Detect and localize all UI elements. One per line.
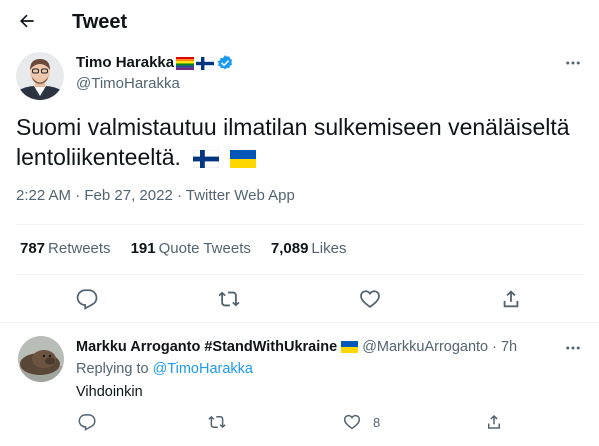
- replying-to-line: Replying to @TimoHarakka: [76, 360, 253, 378]
- reply-icon: [78, 414, 96, 431]
- reply-author-handle[interactable]: @MarkkuArroganto: [362, 338, 488, 356]
- reply-retweet-button[interactable]: [206, 411, 228, 433]
- reply-header: Markku Arroganto #StandWithUkraine @Mark…: [76, 338, 517, 356]
- tweet-text: Suomi valmistautuu ilmatilan sulkemiseen…: [16, 114, 570, 170]
- rainbow-flag-icon: [176, 56, 195, 70]
- author-handle[interactable]: @TimoHarakka: [76, 75, 180, 93]
- divider: [16, 224, 584, 225]
- heart-icon: [343, 414, 361, 430]
- retweets-label: Retweets: [48, 240, 111, 257]
- ukraine-flag-icon: [229, 149, 256, 168]
- like-button[interactable]: [357, 286, 383, 312]
- reply-text: Vihdoinkin: [76, 384, 143, 400]
- heart-icon: [360, 290, 380, 308]
- reply-avatar[interactable]: [18, 336, 64, 382]
- meta-separator: ·: [75, 187, 81, 204]
- more-horizontal-icon: [566, 346, 580, 350]
- ukraine-flag-icon: [341, 341, 359, 353]
- quotes-label: Quote Tweets: [158, 240, 251, 257]
- tweet-date[interactable]: Feb 27, 2022: [84, 187, 172, 204]
- tweet-stats: 787 Retweets 191 Quote Tweets 7,089 Likes: [20, 240, 346, 258]
- reply-icon: [76, 289, 98, 310]
- reply-time-separator: ·: [492, 339, 497, 355]
- replying-to-mention[interactable]: @TimoHarakka: [153, 361, 253, 377]
- retweets-stat[interactable]: 787 Retweets: [20, 240, 111, 258]
- reply-time[interactable]: 7h: [501, 338, 517, 356]
- author-avatar[interactable]: [16, 52, 64, 100]
- replying-prefix: Replying to: [76, 361, 149, 377]
- tweet-time[interactable]: 2:22 AM: [16, 187, 71, 204]
- share-button[interactable]: [498, 286, 524, 312]
- retweets-count: 787: [20, 240, 46, 257]
- reply-like-button[interactable]: [341, 411, 363, 433]
- tweet-meta: 2:22 AM · Feb 27, 2022 · Twitter Web App: [16, 187, 295, 205]
- arrow-left-icon: [19, 14, 34, 28]
- quotes-count: 191: [130, 240, 156, 257]
- share-icon: [503, 290, 519, 308]
- page-title: Tweet: [72, 11, 128, 33]
- reply-like-group: 8: [341, 411, 380, 433]
- verified-badge-icon: [217, 55, 233, 70]
- reply-button[interactable]: [74, 286, 100, 312]
- tweet-body: Suomi valmistautuu ilmatilan sulkemiseen…: [16, 112, 586, 172]
- reply-share-button[interactable]: [483, 411, 505, 433]
- finland-flag-icon: [196, 56, 215, 70]
- divider: [0, 322, 599, 323]
- reply-like-count: 8: [373, 414, 381, 430]
- likes-count: 7,089: [270, 240, 309, 257]
- reply-reply-button[interactable]: [76, 411, 98, 433]
- more-horizontal-icon: [566, 61, 580, 65]
- back-button[interactable]: [14, 8, 40, 34]
- quotes-stat[interactable]: 191 Quote Tweets: [131, 240, 251, 258]
- finland-flag-icon: [193, 149, 220, 168]
- author-name[interactable]: Timo Harakka: [76, 54, 174, 72]
- retweet-icon: [208, 415, 226, 429]
- author-name-row[interactable]: Timo Harakka: [76, 54, 234, 72]
- reply-more-button[interactable]: [562, 338, 584, 358]
- share-icon: [488, 414, 500, 429]
- divider: [16, 274, 584, 275]
- likes-stat[interactable]: 7,089 Likes: [271, 240, 347, 258]
- tweet-more-button[interactable]: [562, 52, 584, 74]
- tweet-source[interactable]: Twitter Web App: [186, 187, 295, 204]
- likes-label: Likes: [311, 240, 347, 257]
- retweet-button[interactable]: [216, 286, 242, 312]
- meta-separator: ·: [176, 187, 182, 204]
- reply-author-name[interactable]: Markku Arroganto #StandWithUkraine: [76, 338, 337, 356]
- retweet-icon: [218, 291, 240, 307]
